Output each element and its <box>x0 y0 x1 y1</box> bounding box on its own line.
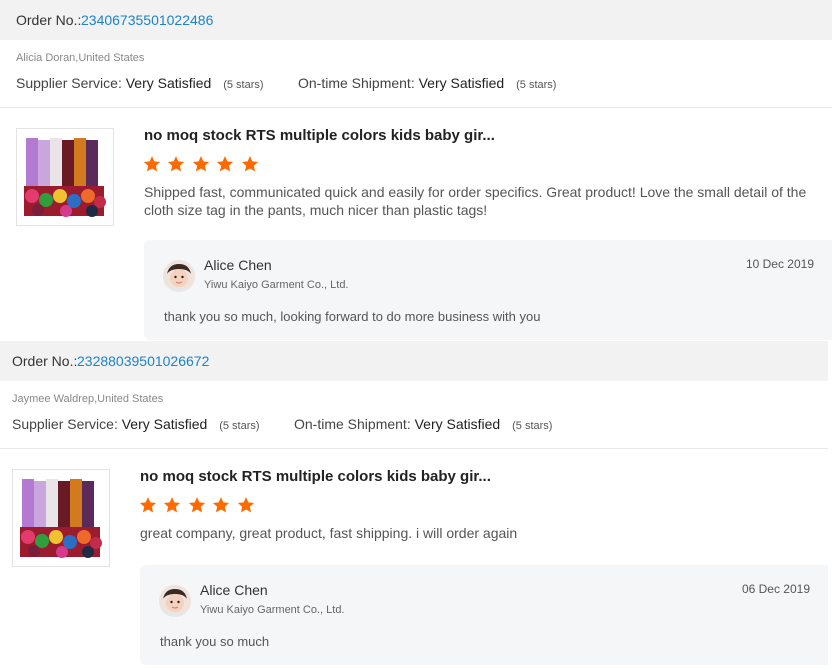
product-title-link[interactable]: no moq stock RTS multiple colors kids ba… <box>144 127 495 144</box>
shipment-value: Very Satisfied <box>414 416 501 432</box>
star-icon <box>217 156 234 172</box>
order-number-link[interactable]: 23406735501022486 <box>81 0 213 40</box>
review-card: Order No.: 23406735501022486 Alicia Dora… <box>0 0 832 340</box>
replier-name: Alice Chen <box>204 257 272 273</box>
product-title-link[interactable]: no moq stock RTS multiple colors kids ba… <box>140 468 491 485</box>
product-thumbnail[interactable] <box>16 128 114 226</box>
shipment-rating: On-time Shipment: Very Satisfied (5 star… <box>294 416 552 432</box>
shipment-rating: On-time Shipment: Very Satisfied (5 star… <box>298 75 556 91</box>
shipment-stars: (5 stars) <box>516 79 557 91</box>
star-rating <box>143 155 261 177</box>
shipment-label: On-time Shipment: <box>294 416 411 432</box>
replier-company: Yiwu Kaiyo Garment Co., Ltd. <box>200 604 345 616</box>
avatar-image <box>163 260 195 292</box>
supplier-reply: Alice Chen Yiwu Kaiyo Garment Co., Ltd. … <box>140 565 828 665</box>
shipment-stars: (5 stars) <box>512 420 553 432</box>
avatar-image <box>159 585 191 617</box>
order-header: Order No.: 23288039501026672 <box>0 341 828 381</box>
service-ratings: Supplier Service: Very Satisfied (5 star… <box>12 416 552 432</box>
product-image-icon <box>24 138 106 217</box>
star-icon <box>192 156 210 172</box>
star-icon <box>213 497 230 513</box>
star-icon <box>139 497 157 513</box>
supplier-service-stars: (5 stars) <box>223 79 264 91</box>
star-icon <box>241 156 258 172</box>
replier-company: Yiwu Kaiyo Garment Co., Ltd. <box>204 279 349 291</box>
product-image-icon <box>20 479 102 558</box>
buyer-name: Alicia Doran,United States <box>16 52 145 64</box>
supplier-reply: Alice Chen Yiwu Kaiyo Garment Co., Ltd. … <box>144 240 832 340</box>
divider <box>0 448 828 449</box>
avatar <box>159 585 191 617</box>
order-number-link[interactable]: 23288039501026672 <box>77 341 209 381</box>
buyer-name: Jaymee Waldrep,United States <box>12 393 164 405</box>
star-icon <box>188 497 206 513</box>
shipment-value: Very Satisfied <box>418 75 505 91</box>
avatar <box>163 260 195 292</box>
order-label: Order No.: <box>16 12 82 28</box>
star-icon <box>168 156 185 172</box>
supplier-service-stars: (5 stars) <box>219 420 260 432</box>
order-header: Order No.: 23406735501022486 <box>0 0 832 40</box>
divider <box>0 107 832 108</box>
review-text: Shipped fast, communicated quick and eas… <box>144 184 807 218</box>
reply-message: thank you so much, looking forward to do… <box>164 309 541 324</box>
replier-name: Alice Chen <box>200 582 268 598</box>
reply-date: 06 Dec 2019 <box>741 582 810 596</box>
supplier-service-label: Supplier Service: <box>16 75 122 91</box>
order-label: Order No.: <box>12 353 78 369</box>
reply-date: 10 Dec 2019 <box>745 257 814 271</box>
review-text: great company, great product, fast shipp… <box>140 525 518 541</box>
review-card: Order No.: 23288039501026672 Jaymee Wald… <box>0 341 828 670</box>
star-icon <box>237 497 254 513</box>
supplier-service-value: Very Satisfied <box>121 416 208 432</box>
star-icon <box>164 497 181 513</box>
product-thumbnail[interactable] <box>12 469 110 567</box>
shipment-label: On-time Shipment: <box>298 75 415 91</box>
star-icon <box>143 156 161 172</box>
supplier-service-value: Very Satisfied <box>125 75 212 91</box>
star-rating <box>139 496 257 518</box>
supplier-service-label: Supplier Service: <box>12 416 118 432</box>
service-ratings: Supplier Service: Very Satisfied (5 star… <box>16 75 556 91</box>
reply-message: thank you so much <box>160 634 270 649</box>
